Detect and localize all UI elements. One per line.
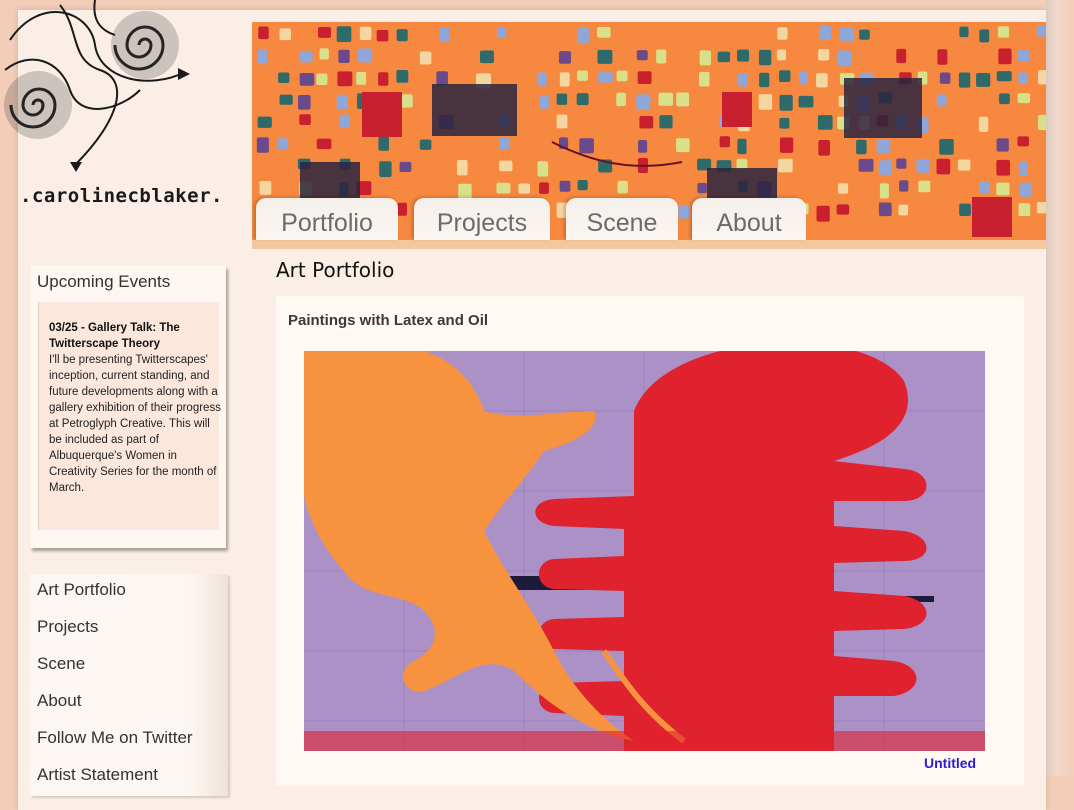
artwork-caption-link[interactable]: Untitled <box>924 755 976 771</box>
site-brand-name[interactable]: .carolinecblaker. <box>20 185 223 207</box>
banner-underline <box>252 240 1046 249</box>
artwork-image[interactable] <box>304 351 985 751</box>
event-title: 03/25 - Gallery Talk: The Twitterscape T… <box>49 322 180 350</box>
site-logo[interactable] <box>0 0 200 180</box>
spiral-logo-icon <box>4 0 190 172</box>
page-title: Art Portfolio <box>276 258 395 282</box>
sidebar-item-twitter[interactable]: Follow Me on Twitter <box>30 722 228 759</box>
tab-scene[interactable]: Scene <box>566 198 678 240</box>
sidebar-item-projects[interactable]: Projects <box>30 611 228 648</box>
portfolio-card: Paintings with Latex and Oil Untitled <box>276 296 1024 786</box>
event-item: 03/25 - Gallery Talk: The Twitterscape T… <box>38 302 221 530</box>
sidebar-nav: Art Portfolio Projects Scene About Follo… <box>30 574 228 796</box>
section-title: Paintings with Latex and Oil <box>288 312 489 329</box>
sidebar-item-art-portfolio[interactable]: Art Portfolio <box>30 574 228 611</box>
events-heading: Upcoming Events <box>37 272 171 291</box>
sidebar-item-artist-statement[interactable]: Artist Statement <box>30 759 228 796</box>
sidebar-item-scene[interactable]: Scene <box>30 648 228 685</box>
event-description: I'll be presenting Twitterscapes' incept… <box>49 354 221 494</box>
tab-portfolio[interactable]: Portfolio <box>256 198 398 240</box>
sidebar-item-about[interactable]: About <box>30 685 228 722</box>
tab-about[interactable]: About <box>692 198 806 240</box>
tab-projects[interactable]: Projects <box>414 198 550 240</box>
page-edge <box>1046 0 1074 776</box>
upcoming-events-panel: Upcoming Events 03/25 - Gallery Talk: Th… <box>30 266 226 548</box>
